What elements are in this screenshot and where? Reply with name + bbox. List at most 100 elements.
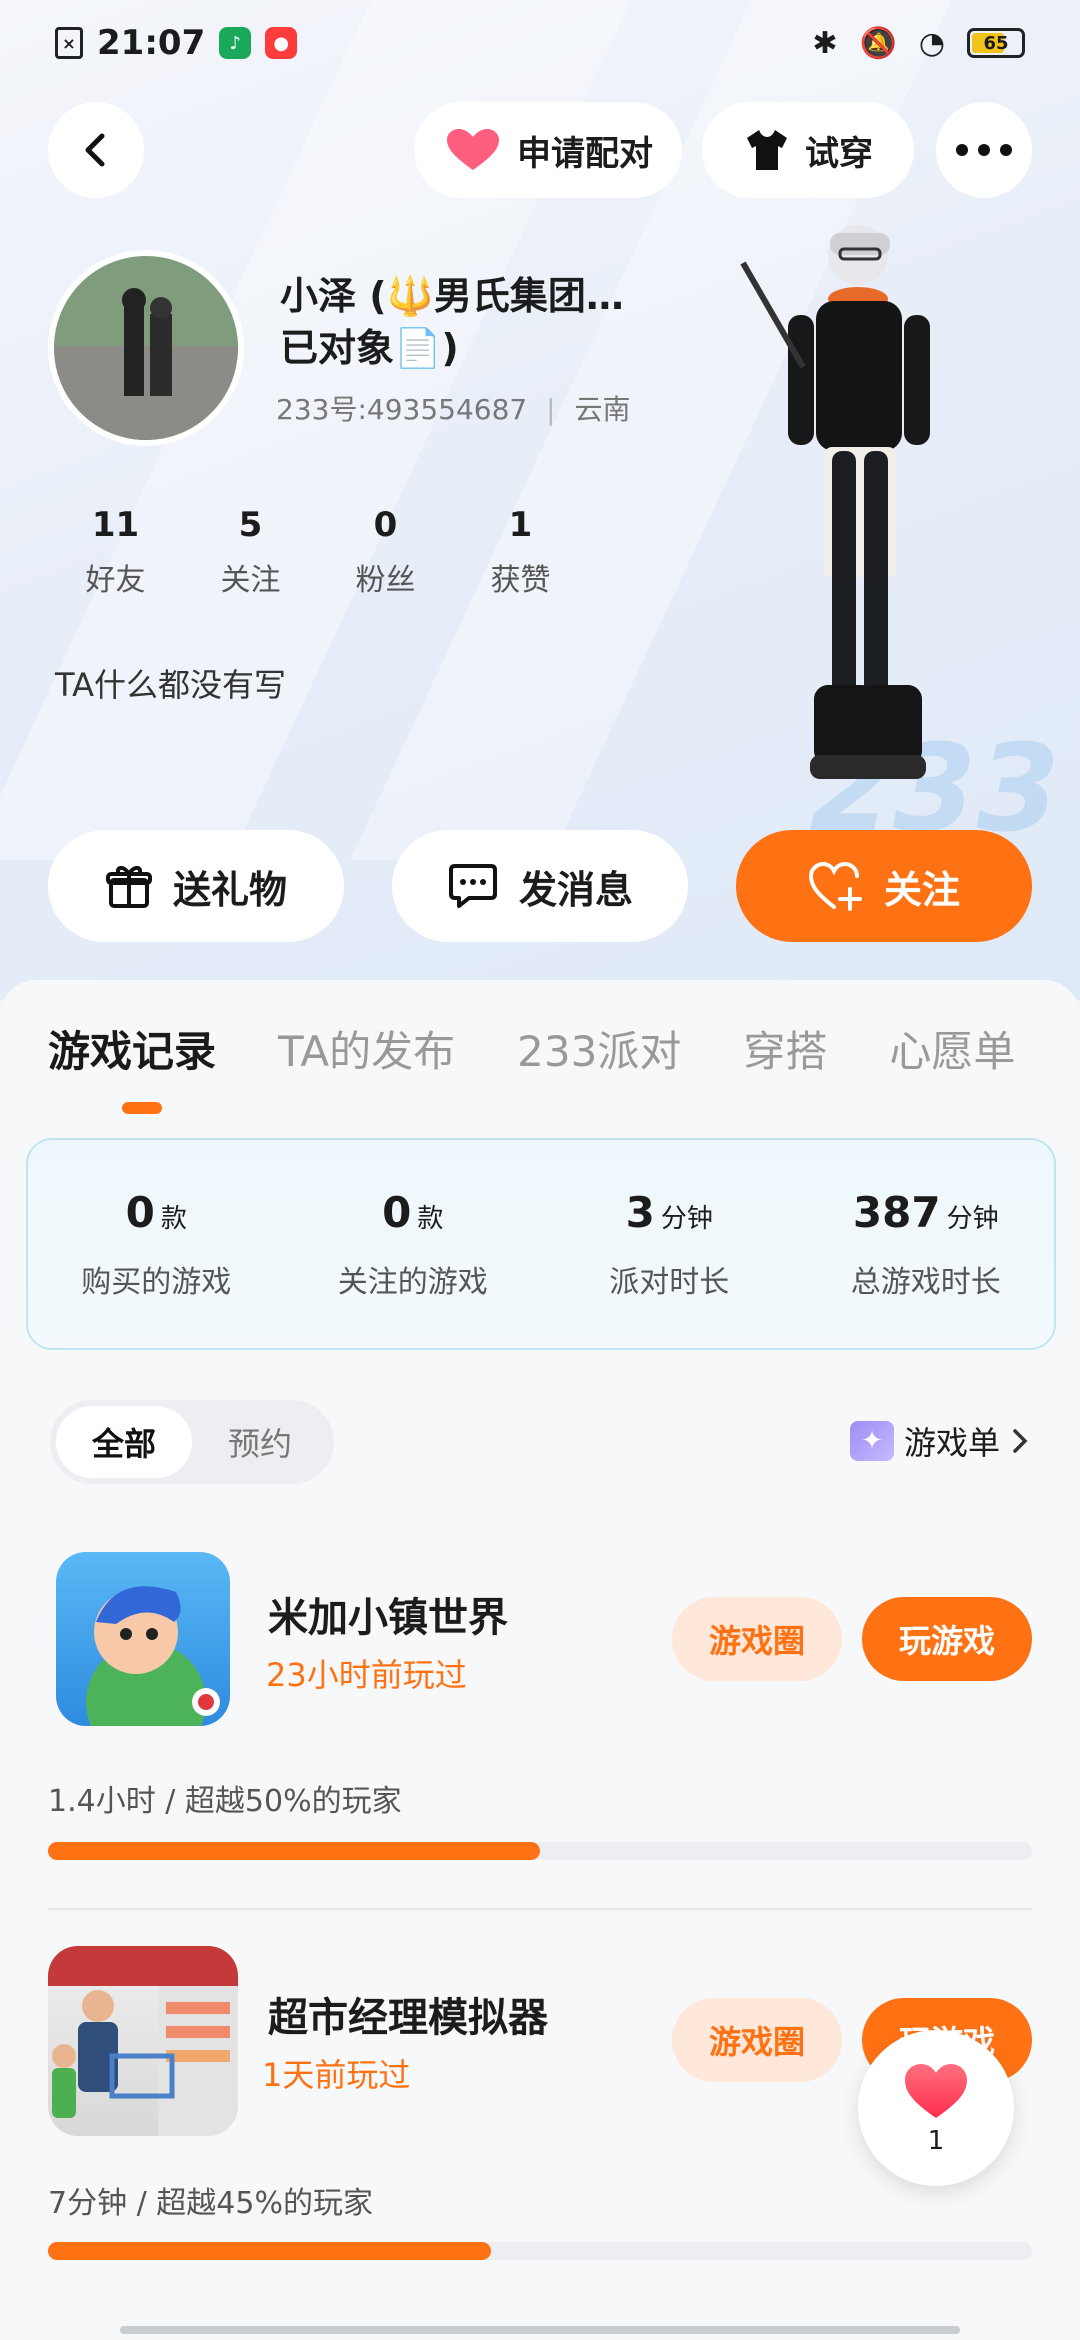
gift-icon [105, 866, 152, 908]
more-dots-icon [956, 144, 1012, 156]
stat-label: 获赞 [490, 563, 551, 598]
tab-outfits[interactable]: 穿搭 [743, 1018, 827, 1079]
avatar-photo-icon [54, 256, 238, 440]
floating-like-button[interactable]: 1 [858, 2030, 1014, 2186]
try-on-label: 试穿 [805, 133, 873, 174]
profile-tabs: 游戏记录 TA的发布 233派对 穿搭 心愿单 [48, 1018, 1015, 1079]
chevron-right-icon [1013, 1429, 1028, 1453]
filter-segmented-control: 全部 预约 [50, 1400, 334, 1484]
profile-name-line1: 小泽 (🔱男氏集团… [280, 274, 624, 318]
game-progress-fill [48, 2242, 491, 2260]
stat-likes[interactable]: 1 获赞 [453, 505, 588, 599]
game-title[interactable]: 超市经理模拟器 [268, 1985, 548, 2043]
heart-icon [447, 129, 499, 170]
filter-all[interactable]: 全部 [56, 1406, 192, 1478]
heart-plus-icon [808, 861, 862, 911]
wifi-icon: ◔ [918, 25, 945, 61]
stat-value: 1 [508, 505, 533, 545]
mute-icon: 🔕 [859, 25, 897, 61]
summary-value: 3 [625, 1187, 655, 1237]
stat-friends[interactable]: 11 好友 [48, 505, 183, 599]
game-last-played: 23小时前玩过 [266, 1656, 467, 1694]
profile-name-line2: 已对象📄) [280, 326, 459, 370]
summary-unit: 分钟 [946, 1203, 999, 1234]
bluetooth-icon: ✱ [812, 25, 838, 61]
profile-stats: 11 好友 5 关注 0 粉丝 1 获赞 [48, 505, 588, 599]
summary-unit: 款 [417, 1203, 444, 1234]
follow-button[interactable]: 关注 [736, 830, 1032, 942]
stat-label: 粉丝 [355, 563, 416, 598]
summary-label: 购买的游戏 [81, 1264, 232, 1300]
status-time: 21:07 [97, 23, 206, 63]
game-divider [48, 1908, 1032, 1910]
filter-reserve[interactable]: 预约 [192, 1406, 328, 1478]
tab-game-records[interactable]: 游戏记录 [48, 1018, 216, 1079]
stat-value: 0 [373, 505, 398, 545]
stat-fans[interactable]: 0 粉丝 [318, 505, 453, 599]
game-circle-button[interactable]: 游戏圈 [672, 1597, 842, 1681]
game-progress-track [48, 2242, 1032, 2260]
battery-level: 65 [983, 32, 1009, 54]
avatar-3d-figure[interactable] [740, 215, 980, 835]
game-circle-button[interactable]: 游戏圈 [672, 1998, 842, 2082]
play-game-button[interactable]: 玩游戏 [862, 1597, 1032, 1681]
summary-party-time: 3 分钟 派对时长 [541, 1140, 798, 1348]
follow-label: 关注 [883, 867, 960, 912]
game-progress-fill [48, 1842, 540, 1860]
game-icon-supermarket[interactable] [48, 1946, 238, 2136]
game-play-stat: 1.4小时 / 超越50%的玩家 [48, 1784, 402, 1819]
try-on-button[interactable]: 试穿 [702, 102, 914, 198]
summary-unit: 款 [160, 1203, 187, 1234]
game-icon-toca-world[interactable] [56, 1552, 230, 1726]
send-message-button[interactable]: 发消息 [392, 830, 688, 942]
home-indicator [120, 2326, 960, 2334]
sim-icon: × [55, 27, 83, 59]
tab-wishlist[interactable]: 心愿单 [889, 1018, 1015, 1079]
stat-label: 好友 [85, 563, 146, 598]
back-button[interactable] [48, 102, 144, 198]
status-bar: × 21:07 ♪ ● ✱ 🔕 ◔ 65 [55, 18, 1025, 68]
more-button[interactable] [936, 102, 1032, 198]
profile-uid[interactable]: 233号:493554687 [276, 393, 527, 426]
summary-label: 派对时长 [609, 1264, 730, 1300]
app-notification-icon: ● [265, 27, 298, 59]
battery-icon: 65 [967, 28, 1025, 58]
tab-active-indicator [122, 1102, 162, 1114]
profile-name: 小泽 (🔱男氏集团… 已对象📄) [280, 270, 700, 374]
profile-region: 云南 [574, 393, 631, 426]
game-play-stat: 7分钟 / 超越45%的玩家 [48, 2186, 373, 2221]
send-gift-button[interactable]: 送礼物 [48, 830, 344, 942]
summary-unit: 分钟 [660, 1203, 713, 1234]
like-count: 1 [927, 2126, 945, 2156]
send-message-label: 发消息 [518, 867, 633, 912]
message-icon [448, 864, 497, 908]
summary-total-play-time: 387 分钟 总游戏时长 [798, 1140, 1055, 1348]
summary-label: 总游戏时长 [850, 1264, 1001, 1300]
back-arrow-icon [85, 133, 105, 167]
game-art-icon [48, 1946, 238, 2136]
tshirt-icon [747, 130, 787, 170]
apply-pair-button[interactable]: 申请配对 [414, 102, 682, 198]
stat-value: 5 [238, 505, 263, 545]
summary-label: 关注的游戏 [337, 1264, 488, 1300]
game-list-label: 游戏单 [903, 1424, 1000, 1462]
avatar[interactable] [48, 250, 244, 446]
summary-value: 0 [382, 1187, 412, 1237]
game-art-icon [86, 1586, 220, 1726]
summary-value: 0 [125, 1187, 155, 1237]
game-summary-card: 0款 购买的游戏 0款 关注的游戏 3 分钟 派对时长 387 分钟 总游戏时长 [26, 1138, 1056, 1350]
summary-followed-games: 0款 关注的游戏 [285, 1140, 542, 1348]
apply-pair-label: 申请配对 [517, 133, 653, 174]
profile-bio: TA什么都没有写 [55, 666, 286, 704]
send-gift-label: 送礼物 [172, 867, 287, 912]
tab-party[interactable]: 233派对 [517, 1018, 681, 1079]
summary-value: 387 [852, 1187, 941, 1237]
tab-posts[interactable]: TA的发布 [278, 1018, 455, 1079]
sparkle-icon: ✦ [849, 1421, 894, 1461]
summary-purchased-games: 0款 购买的游戏 [28, 1140, 285, 1348]
stat-value: 11 [91, 505, 140, 545]
game-list-link[interactable]: ✦ 游戏单 [849, 1418, 1030, 1464]
game-title[interactable]: 米加小镇世界 [268, 1585, 508, 1643]
stat-following[interactable]: 5 关注 [183, 505, 318, 599]
game-progress-track [48, 1842, 1032, 1860]
